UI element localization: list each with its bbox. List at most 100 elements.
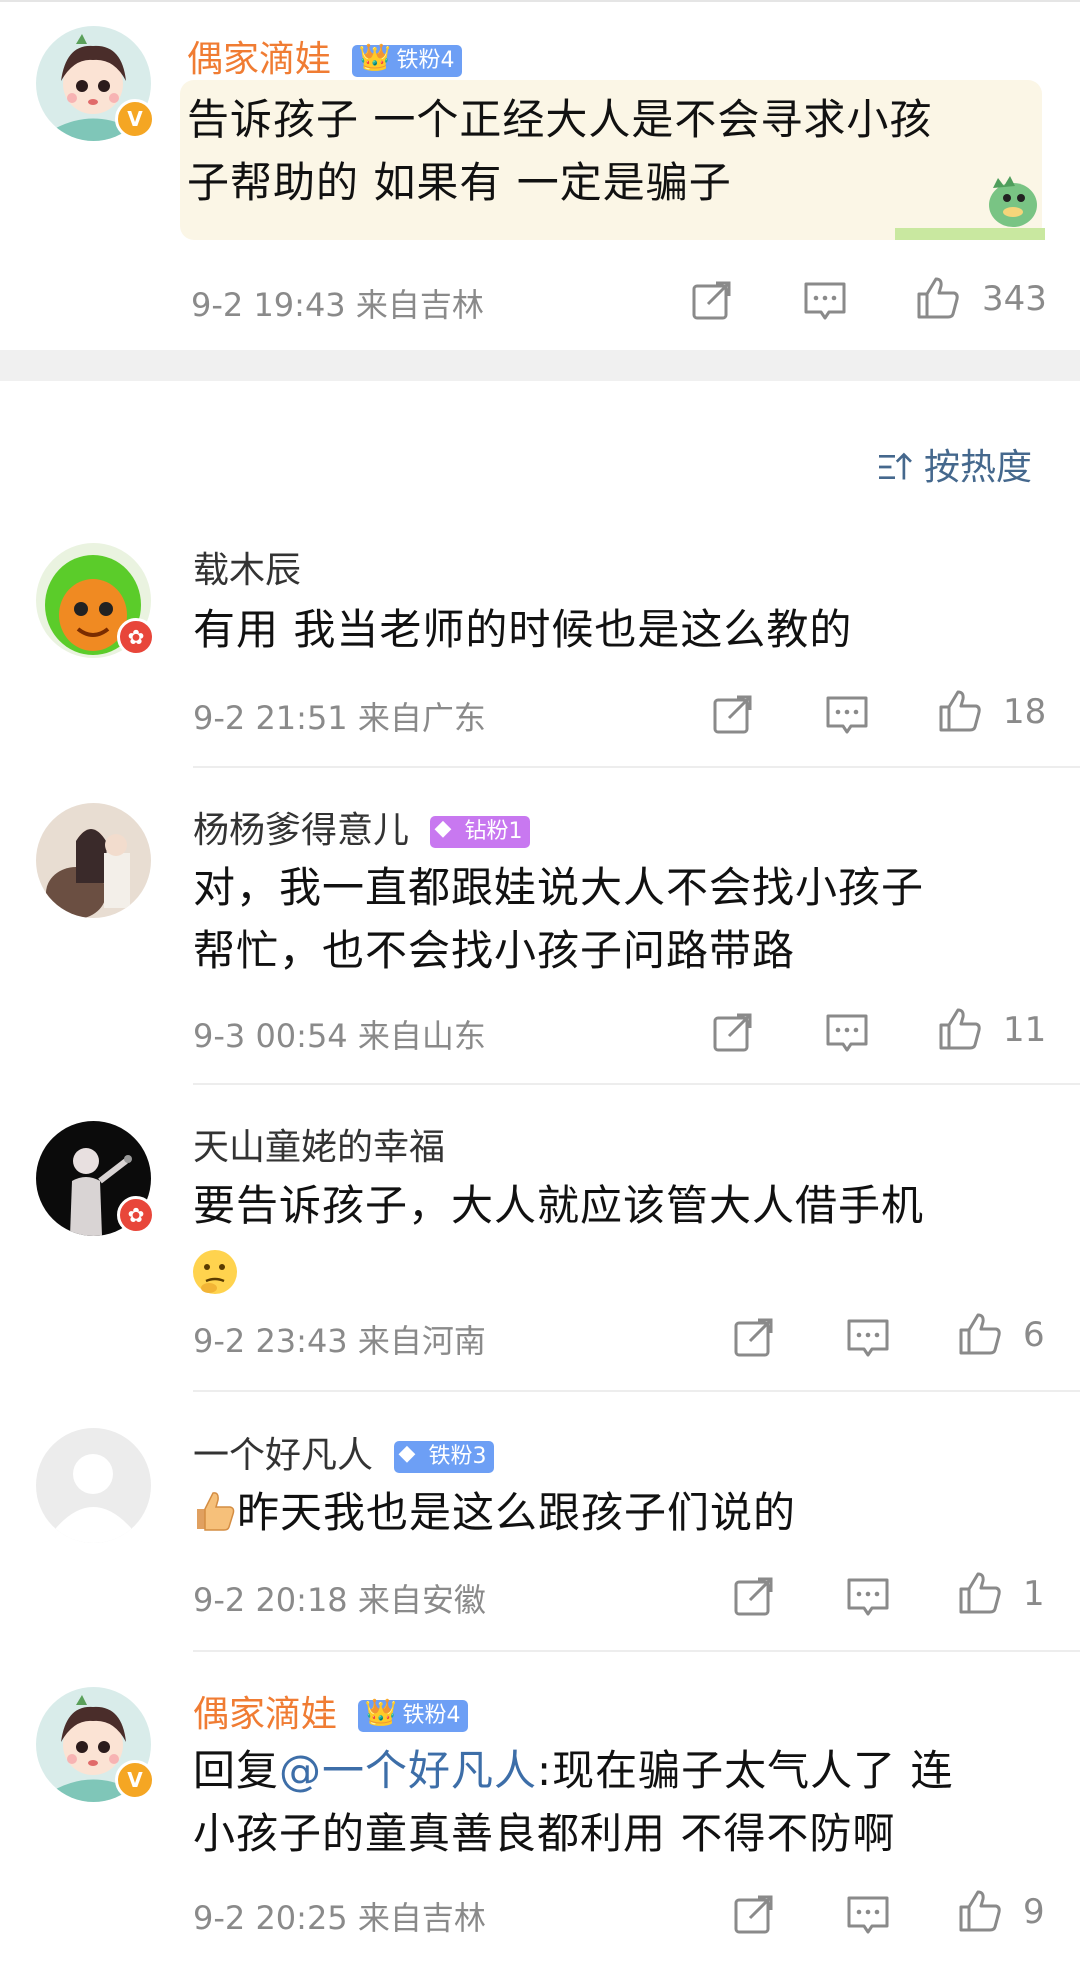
sort-label: 按热度 [923, 447, 1032, 488]
username-text[interactable]: 偶家滴娃 [193, 1694, 337, 1735]
comment-meta: 9-3 00:54 来自山东 [193, 1017, 486, 1055]
sort-icon [878, 452, 912, 480]
like-count: 343 [982, 279, 1047, 319]
diamond-icon: ◆ [398, 1441, 416, 1466]
comment-meta: 9-2 19:43 来自吉林 [191, 286, 484, 324]
comment-button[interactable] [846, 1315, 890, 1359]
avatar[interactable] [36, 1428, 151, 1543]
comment-button[interactable] [846, 1574, 890, 1618]
like-icon [959, 1890, 1001, 1932]
comment-button[interactable] [825, 692, 869, 736]
like-button[interactable] [938, 1007, 982, 1051]
avatar[interactable]: V [36, 26, 155, 141]
fan-badge: 👑 铁粉4 [352, 43, 463, 77]
like-count: 9 [1023, 1892, 1045, 1932]
like-count: 11 [1003, 1010, 1047, 1050]
fan-badge-label: 钻粉1 [464, 819, 523, 844]
diamond-icon: ◆ [434, 816, 452, 841]
username-text[interactable]: 一个好凡人 [193, 1435, 373, 1476]
share-icon [734, 1318, 773, 1357]
member-badge-icon [117, 618, 155, 656]
comment-icon [826, 1014, 868, 1052]
thumbs-up-emoji-icon [193, 1489, 237, 1533]
username-text[interactable]: 杨杨爹得意儿 [193, 810, 409, 851]
verified-badge-icon: V [115, 99, 155, 139]
comment-text: 告诉孩子 一个正经大人是不会寻求小孩 子帮助的 如果有 一定是骗子 [187, 88, 1047, 214]
avatar[interactable]: V [36, 1687, 155, 1802]
like-button[interactable] [958, 1889, 1002, 1933]
fan-badge-label: 铁粉4 [396, 48, 455, 73]
username-text[interactable]: 偶家滴娃 [187, 39, 331, 80]
crown-icon: 👑 [358, 43, 391, 73]
comment-line-text: :现在骗子太气人了 连 [537, 1746, 954, 1795]
username[interactable]: 杨杨爹得意儿 ◆ 钻粉1 [193, 801, 531, 853]
crown-icon: 👑 [364, 1698, 397, 1728]
share-button[interactable] [732, 1574, 776, 1618]
comment-line: 对，我一直都跟娃说大人不会找小孩子 [193, 863, 925, 912]
comment-line: 要告诉孩子，大人就应该管大人借手机 [193, 1181, 925, 1230]
divider [193, 766, 1080, 768]
avatar[interactable] [36, 1121, 155, 1236]
comment-line: 告诉孩子 一个正经大人是不会寻求小孩 [187, 95, 933, 144]
username[interactable]: 偶家滴娃 👑 铁粉4 [193, 1685, 469, 1737]
avatar-image [36, 803, 151, 918]
like-icon [959, 1313, 1001, 1355]
share-icon [713, 1013, 752, 1052]
like-icon [959, 1572, 1001, 1614]
comment-meta: 9-2 20:18 来自安徽 [193, 1581, 486, 1619]
comment-line: 小孩子的童真善良都利用 不得不防啊 [193, 1809, 896, 1858]
like-button[interactable] [916, 276, 960, 320]
comment-line: 有用 我当老师的时候也是这么教的 [193, 605, 853, 654]
like-button[interactable] [958, 1312, 1002, 1356]
share-icon [692, 281, 731, 320]
like-icon [939, 1008, 981, 1050]
comment-line: 回复@一个好凡人:现在骗子太气人了 连 [193, 1739, 1063, 1802]
like-count: 18 [1003, 692, 1047, 732]
mention-link[interactable]: @一个好凡人 [279, 1746, 537, 1795]
like-count: 6 [1023, 1315, 1045, 1355]
comment-meta: 9-2 21:51 来自广东 [193, 699, 486, 737]
like-button[interactable] [938, 689, 982, 733]
share-button[interactable] [690, 278, 734, 322]
share-button[interactable] [711, 692, 755, 736]
username[interactable]: 天山童姥的幸福 [193, 1118, 445, 1170]
fan-badge: ◆ 铁粉3 [394, 1441, 495, 1473]
comment-icon [847, 1578, 889, 1616]
reply-prefix: 回复 [193, 1746, 280, 1795]
comment-line [193, 1237, 1053, 1300]
comment-icon [847, 1319, 889, 1357]
divider [193, 1083, 1080, 1085]
comment-meta: 9-2 23:43 来自河南 [193, 1322, 486, 1360]
share-icon [713, 695, 752, 734]
top-comment: V 偶家滴娃 👑 铁粉4 告诉孩子 一个正经大人是不会寻求小孩 子帮助的 如果有… [0, 0, 1080, 350]
avatar-image [36, 1428, 151, 1543]
share-button[interactable] [732, 1315, 776, 1359]
member-badge-icon [117, 1196, 155, 1234]
comment-icon [804, 282, 846, 320]
thinking-emoji-icon [193, 1249, 237, 1294]
comment-text: 有用 我当老师的时候也是这么教的 [193, 598, 1043, 661]
divider [193, 1650, 1080, 1652]
avatar[interactable] [36, 803, 151, 918]
sort-button[interactable]: 按热度 [877, 438, 1032, 490]
like-button[interactable] [958, 1571, 1002, 1615]
comment-button[interactable] [803, 278, 847, 322]
share-button[interactable] [732, 1892, 776, 1936]
verified-badge-icon: V [115, 1760, 155, 1800]
comment-line: 子帮助的 如果有 一定是骗子 [187, 158, 732, 207]
fan-badge-label: 铁粉3 [428, 1444, 487, 1469]
comment-text: 要告诉孩子，大人就应该管大人借手机 [193, 1174, 1053, 1300]
avatar[interactable] [36, 543, 155, 658]
comment-icon [826, 696, 868, 734]
username[interactable]: 载木辰 [193, 541, 301, 593]
username[interactable]: 偶家滴娃 👑 铁粉4 [187, 30, 463, 82]
section-separator [0, 350, 1080, 381]
share-icon [734, 1895, 773, 1934]
fan-badge: 👑 铁粉4 [358, 1698, 469, 1732]
comment-line: 帮忙，也不会找小孩子问路带路 [193, 926, 796, 975]
username[interactable]: 一个好凡人 ◆ 铁粉3 [193, 1426, 495, 1478]
comment-button[interactable] [846, 1892, 890, 1936]
divider [193, 1390, 1080, 1392]
share-button[interactable] [711, 1010, 755, 1054]
comment-button[interactable] [825, 1010, 869, 1054]
